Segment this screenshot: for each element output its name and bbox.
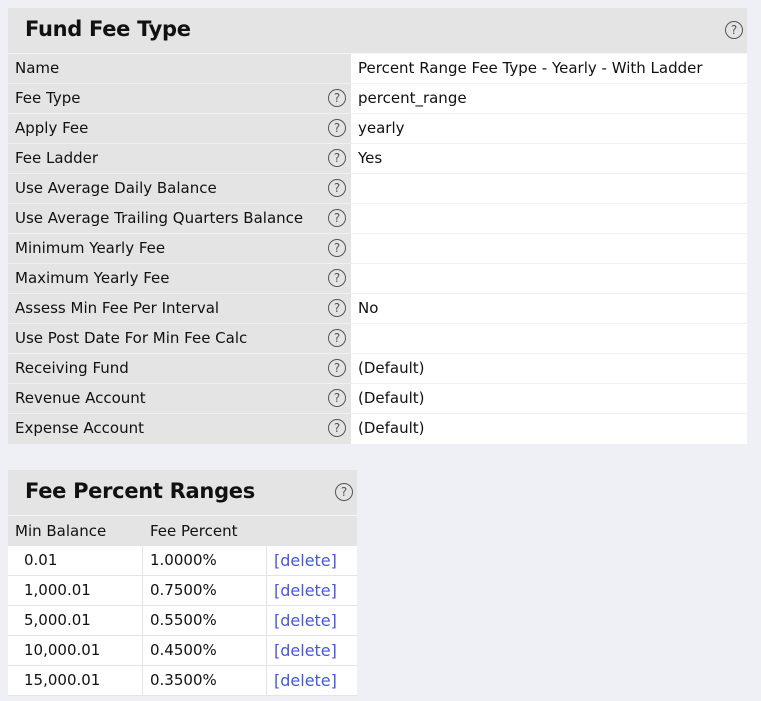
field-row: Maximum Yearly Fee? xyxy=(8,264,747,294)
help-icon[interactable]: ? xyxy=(328,329,346,347)
column-header-min-balance: Min Balance xyxy=(15,522,107,540)
field-row: Expense Account? (Default) xyxy=(8,414,747,444)
field-row: Revenue Account? (Default) xyxy=(8,384,747,414)
table-row: 0.01 1.0000% [delete] xyxy=(8,546,357,576)
field-label-cell: Expense Account? xyxy=(8,414,351,444)
table-row: 1,000.01 0.7500% [delete] xyxy=(8,576,357,606)
help-icon[interactable]: ? xyxy=(328,419,346,437)
field-label-cell: Name xyxy=(8,54,351,83)
field-value xyxy=(351,264,747,293)
help-icon[interactable]: ? xyxy=(328,149,346,167)
field-label: Revenue Account xyxy=(15,389,146,407)
field-label: Use Average Daily Balance xyxy=(15,179,217,197)
help-icon[interactable]: ? xyxy=(725,21,743,39)
delete-link[interactable]: [delete] xyxy=(274,611,337,630)
field-value: (Default) xyxy=(351,384,747,413)
field-label-cell: Revenue Account? xyxy=(8,384,351,413)
field-value: (Default) xyxy=(351,414,747,444)
field-row: Assess Min Fee Per Interval? No xyxy=(8,294,747,324)
field-row: Minimum Yearly Fee? xyxy=(8,234,747,264)
delete-link[interactable]: [delete] xyxy=(274,551,337,570)
field-value xyxy=(351,204,747,233)
help-icon[interactable]: ? xyxy=(328,89,346,107)
field-label: Apply Fee xyxy=(15,119,89,137)
field-label-cell: Fee Ladder? xyxy=(8,144,351,173)
field-value: percent_range xyxy=(351,84,747,113)
help-icon[interactable]: ? xyxy=(335,483,353,501)
field-label-cell: Receiving Fund? xyxy=(8,354,351,383)
panel-header: Fee Percent Ranges ? xyxy=(8,470,357,516)
help-icon[interactable]: ? xyxy=(328,209,346,227)
field-value: yearly xyxy=(351,114,747,143)
field-label: Minimum Yearly Fee xyxy=(15,239,166,257)
min-balance-cell: 10,000.01 xyxy=(8,636,143,665)
help-icon[interactable]: ? xyxy=(328,119,346,137)
help-icon[interactable]: ? xyxy=(328,239,346,257)
fee-percent-cell: 1.0000% xyxy=(143,546,267,575)
panel-header: Fund Fee Type ? xyxy=(8,8,747,54)
field-label-cell: Use Average Daily Balance? xyxy=(8,174,351,203)
table-row: 5,000.01 0.5500% [delete] xyxy=(8,606,357,636)
help-icon[interactable]: ? xyxy=(328,179,346,197)
table-row: 10,000.01 0.4500% [delete] xyxy=(8,636,357,666)
field-label: Assess Min Fee Per Interval xyxy=(15,299,220,317)
field-label: Use Post Date For Min Fee Calc xyxy=(15,329,248,347)
delete-link[interactable]: [delete] xyxy=(274,581,337,600)
field-row: Name Percent Range Fee Type - Yearly - W… xyxy=(8,54,747,84)
min-balance-cell: 0.01 xyxy=(8,546,143,575)
table-row: 15,000.01 0.3500% [delete] xyxy=(8,666,357,696)
field-value: Percent Range Fee Type - Yearly - With L… xyxy=(351,54,747,83)
field-value xyxy=(351,234,747,263)
field-label: Expense Account xyxy=(15,419,144,437)
delete-link[interactable]: [delete] xyxy=(274,671,337,690)
fee-percent-cell: 0.3500% xyxy=(143,666,267,695)
field-value: (Default) xyxy=(351,354,747,383)
field-label-cell: Use Post Date For Min Fee Calc? xyxy=(8,324,351,353)
fee-percent-ranges-panel: Fee Percent Ranges ? Min Balance Fee Per… xyxy=(8,470,357,696)
column-header-fee-percent: Fee Percent xyxy=(150,522,238,540)
field-label-cell: Use Average Trailing Quarters Balance? xyxy=(8,204,351,233)
field-value xyxy=(351,324,747,353)
fund-fee-type-panel: Fund Fee Type ? Name Percent Range Fee T… xyxy=(8,8,747,444)
field-label: Receiving Fund xyxy=(15,359,129,377)
field-label: Maximum Yearly Fee xyxy=(15,269,170,287)
field-label-cell: Maximum Yearly Fee? xyxy=(8,264,351,293)
field-value xyxy=(351,174,747,203)
field-row: Apply Fee? yearly xyxy=(8,114,747,144)
help-icon[interactable]: ? xyxy=(328,389,346,407)
field-label-cell: Minimum Yearly Fee? xyxy=(8,234,351,263)
fee-percent-cell: 0.7500% xyxy=(143,576,267,605)
help-icon[interactable]: ? xyxy=(328,269,346,287)
field-row: Fee Type? percent_range xyxy=(8,84,747,114)
fee-percent-cell: 0.5500% xyxy=(143,606,267,635)
field-row: Use Post Date For Min Fee Calc? xyxy=(8,324,747,354)
table-header: Min Balance Fee Percent xyxy=(8,516,357,546)
panel-title: Fund Fee Type xyxy=(25,17,191,41)
min-balance-cell: 15,000.01 xyxy=(8,666,143,695)
field-label: Fee Type xyxy=(15,89,81,107)
panel-title: Fee Percent Ranges xyxy=(25,479,255,503)
field-label-cell: Fee Type? xyxy=(8,84,351,113)
field-label: Fee Ladder xyxy=(15,149,99,167)
field-label: Use Average Trailing Quarters Balance xyxy=(15,209,304,227)
field-row: Use Average Trailing Quarters Balance? xyxy=(8,204,747,234)
fee-percent-cell: 0.4500% xyxy=(143,636,267,665)
help-icon[interactable]: ? xyxy=(328,299,346,317)
field-label-cell: Assess Min Fee Per Interval? xyxy=(8,294,351,323)
field-row: Receiving Fund? (Default) xyxy=(8,354,747,384)
delete-link[interactable]: [delete] xyxy=(274,641,337,660)
field-label-cell: Apply Fee? xyxy=(8,114,351,143)
field-value: Yes xyxy=(351,144,747,173)
help-icon[interactable]: ? xyxy=(328,359,346,377)
min-balance-cell: 5,000.01 xyxy=(8,606,143,635)
field-row: Use Average Daily Balance? xyxy=(8,174,747,204)
field-label: Name xyxy=(15,59,60,77)
min-balance-cell: 1,000.01 xyxy=(8,576,143,605)
field-value: No xyxy=(351,294,747,323)
field-row: Fee Ladder? Yes xyxy=(8,144,747,174)
